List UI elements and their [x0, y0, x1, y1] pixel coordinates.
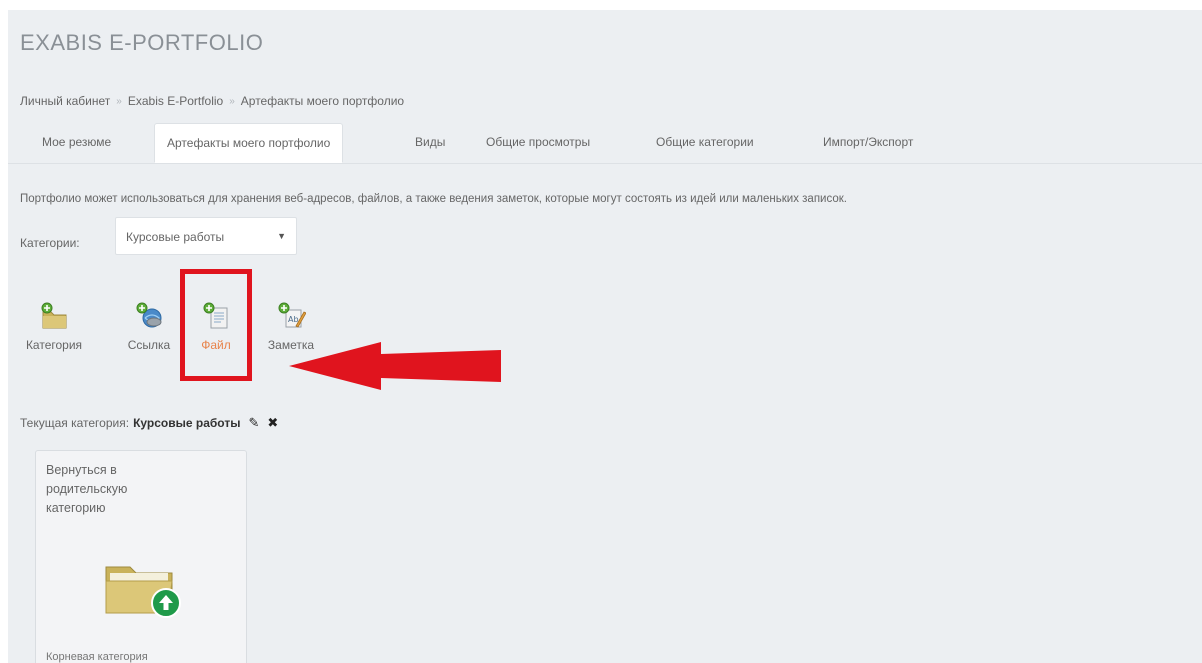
svg-text:Ab: Ab — [288, 315, 299, 324]
highlight-box — [180, 269, 252, 381]
folder-add-icon — [41, 302, 67, 329]
tab-resume[interactable]: Мое резюме — [30, 123, 123, 161]
tab-shared-categories[interactable]: Общие категории — [644, 123, 766, 161]
card-title: Вернуться в родительскую категорию — [46, 463, 128, 515]
add-category-button[interactable]: Категория — [16, 302, 92, 352]
chevron-down-icon: ▼ — [277, 231, 286, 241]
breadcrumb-item-eportfolio[interactable]: Exabis E-Portfolio — [128, 94, 223, 108]
pencil-icon[interactable]: ✎ — [248, 415, 259, 431]
parent-category-card[interactable]: Вернуться в родительскую категорию Корне… — [35, 450, 247, 663]
breadcrumb-separator: » — [116, 95, 122, 107]
close-icon[interactable]: ✖ — [267, 415, 278, 431]
current-category: Текущая категория: Курсовые работы ✎ ✖ — [20, 415, 278, 431]
breadcrumb-item-dashboard[interactable]: Личный кабинет — [20, 94, 110, 108]
category-select[interactable]: Курсовые работы ▼ — [115, 217, 297, 255]
category-select-value: Курсовые работы — [126, 230, 225, 244]
red-arrow-icon — [289, 342, 501, 390]
link-add-icon — [136, 302, 162, 328]
app-title: EXABIS E-PORTFOLIO — [20, 30, 264, 55]
current-category-label: Текущая категория: — [20, 416, 130, 430]
breadcrumb: Личный кабинет » Exabis E-Portfolio » Ар… — [20, 94, 404, 108]
current-category-name: Курсовые работы — [133, 416, 241, 430]
page: EXABIS E-PORTFOLIO Личный кабинет » Exab… — [8, 10, 1202, 663]
add-link-button[interactable]: Ссылка — [118, 302, 180, 352]
add-category-label: Категория — [25, 338, 83, 352]
note-add-icon: Ab — [278, 302, 306, 328]
tab-shared-views[interactable]: Общие просмотры — [474, 123, 602, 161]
tab-import-export[interactable]: Импорт/Экспорт — [811, 123, 925, 161]
tab-bar: Мое резюме Артефакты моего портфолио Вид… — [8, 123, 1202, 164]
breadcrumb-item-artifacts[interactable]: Артефакты моего портфолио — [241, 94, 404, 108]
card-footer: Корневая категория — [46, 651, 148, 663]
breadcrumb-separator: » — [229, 95, 235, 107]
category-filter-label: Категории: — [20, 236, 80, 250]
tab-artifacts[interactable]: Артефакты моего портфолио — [154, 123, 344, 163]
description-text: Портфолио может использоваться для хране… — [20, 193, 847, 205]
folder-up-icon — [105, 566, 181, 618]
add-link-label: Ссылка — [127, 338, 171, 352]
tab-views[interactable]: Виды — [403, 123, 457, 161]
